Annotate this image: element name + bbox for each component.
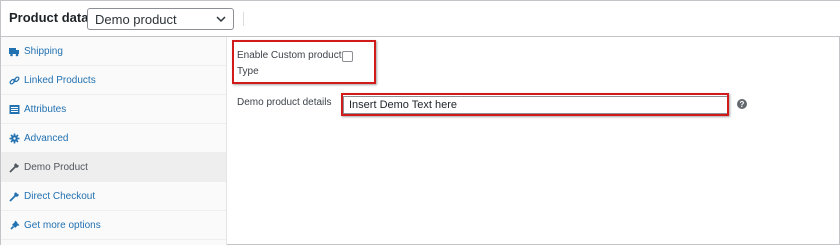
- product-data-panel: Product data — Demo product Shipping Lin…: [0, 0, 840, 245]
- chevron-down-icon: [215, 12, 227, 26]
- gear-icon: [9, 133, 20, 144]
- sidebar-item-label: Advanced: [24, 132, 69, 144]
- list-icon: [9, 104, 20, 115]
- sidebar-item-get-more-options[interactable]: Get more options: [1, 211, 226, 240]
- sidebar-item-label: Get more options: [24, 219, 101, 231]
- sidebar-item-demo-product[interactable]: Demo Product: [1, 153, 226, 182]
- truck-icon: [9, 46, 20, 57]
- product-type-value: Demo product: [95, 12, 177, 27]
- highlight-box-input: [341, 93, 729, 116]
- sidebar-item-direct-checkout[interactable]: Direct Checkout: [1, 182, 226, 211]
- sidebar-item-label: Attributes: [24, 103, 67, 115]
- sidebar-item-shipping[interactable]: Shipping: [1, 37, 226, 66]
- help-icon[interactable]: ?: [737, 99, 747, 109]
- highlight-box-checkbox: [232, 40, 376, 84]
- wrench-icon: [9, 161, 20, 173]
- product-data-tabs: Shipping Linked Products Attributes Adva…: [1, 37, 227, 245]
- plugin-icon: [9, 220, 20, 231]
- wrench-icon: [9, 190, 20, 202]
- product-type-select[interactable]: Demo product: [87, 8, 234, 30]
- sidebar-item-attributes[interactable]: Attributes: [1, 95, 226, 124]
- link-icon: [9, 75, 20, 86]
- sidebar-item-advanced[interactable]: Advanced: [1, 124, 226, 153]
- header-divider: [243, 12, 244, 26]
- sidebar-item-label: Direct Checkout: [24, 190, 96, 202]
- sidebar-item-linked-products[interactable]: Linked Products: [1, 66, 226, 95]
- product-data-header: Product data — Demo product: [1, 1, 840, 37]
- demo-product-details-label: Demo product details: [237, 97, 332, 108]
- sidebar-item-label: Linked Products: [24, 74, 96, 86]
- sidebar-item-label: Shipping: [24, 45, 63, 57]
- sidebar-item-label: Demo Product: [24, 161, 88, 173]
